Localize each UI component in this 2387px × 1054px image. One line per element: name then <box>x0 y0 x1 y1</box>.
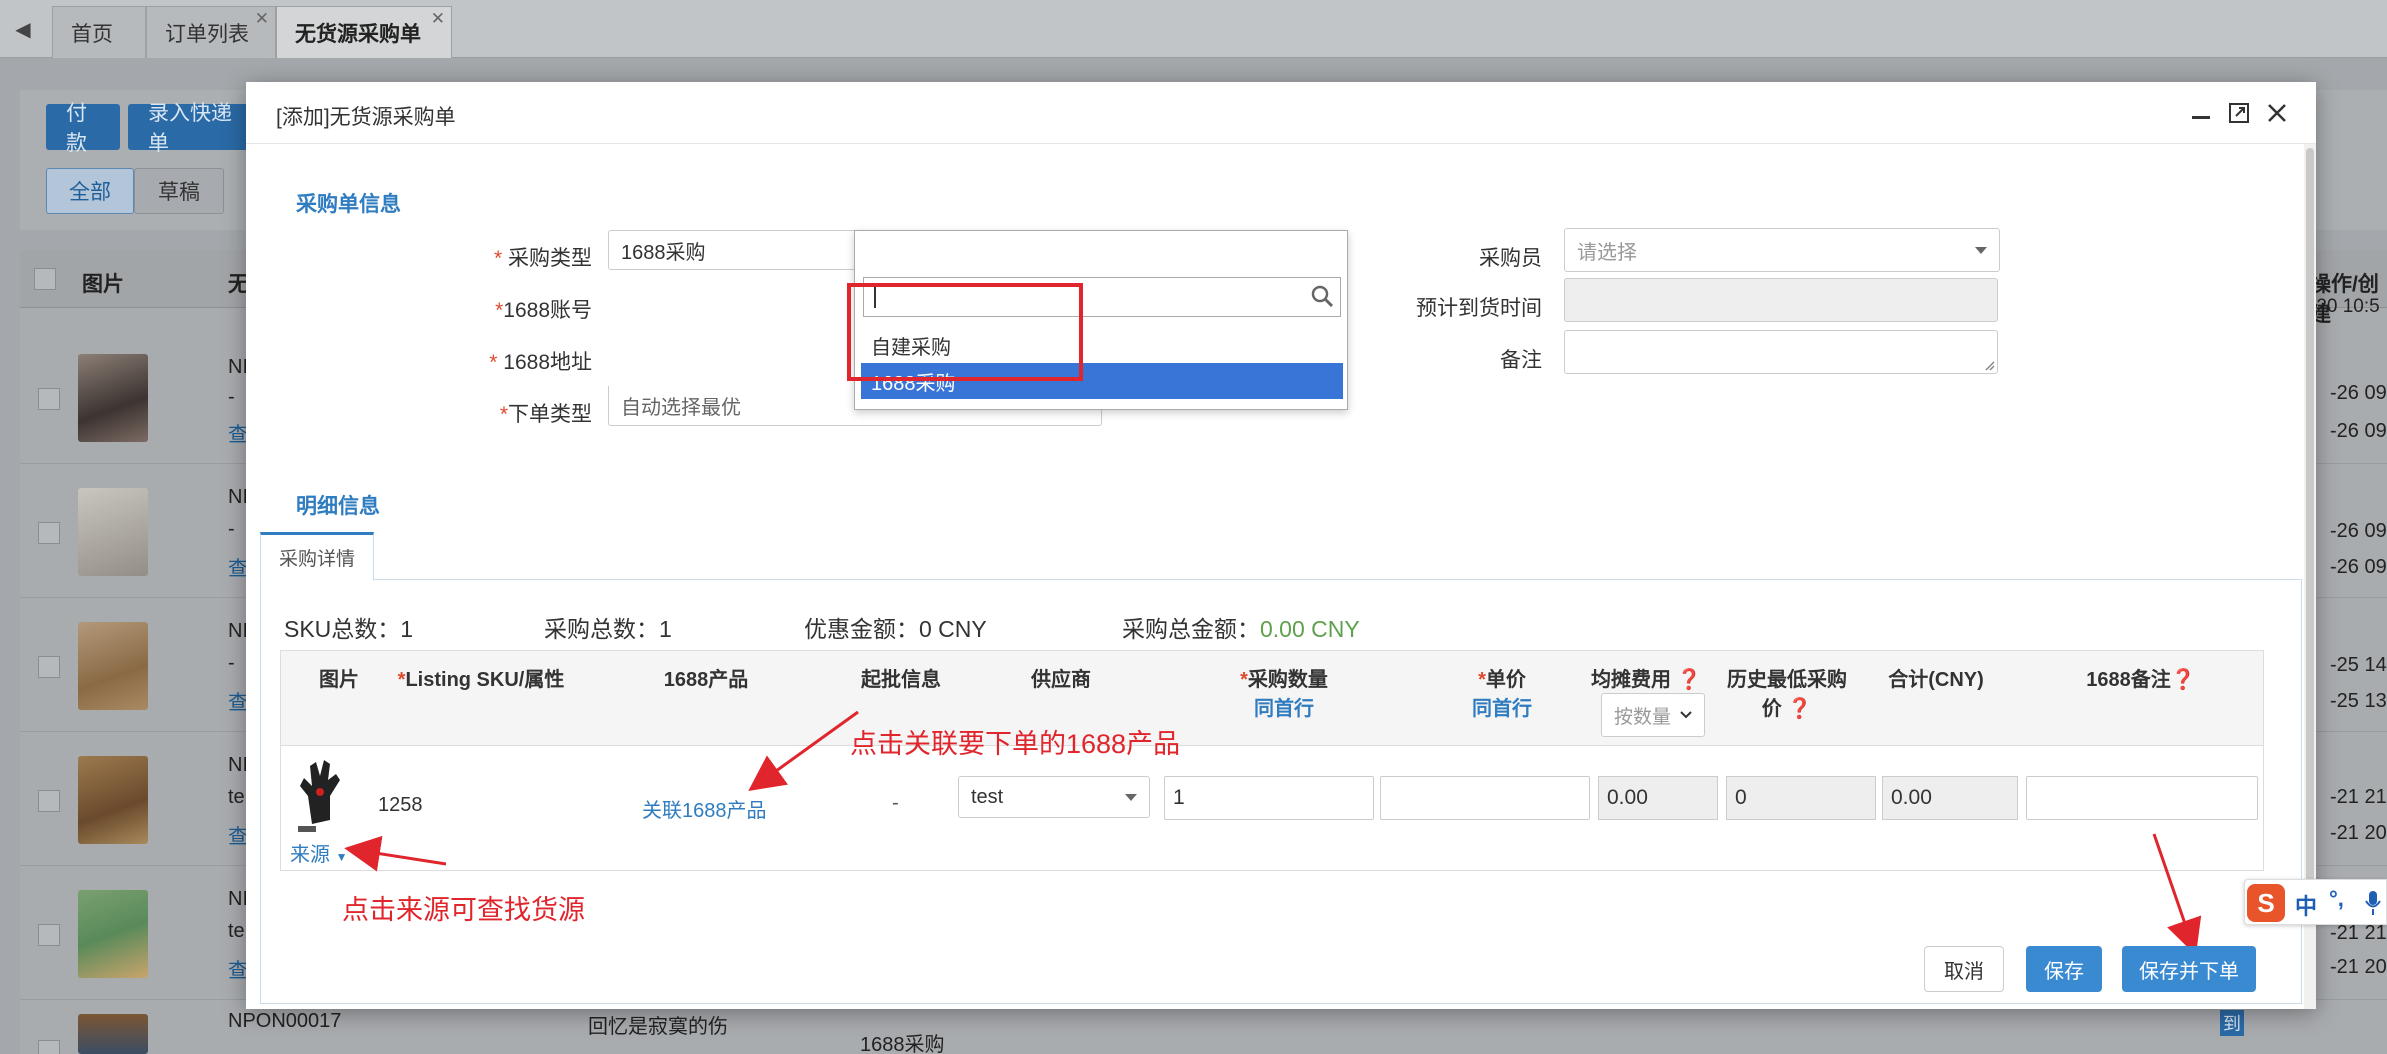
save-and-order-button[interactable]: 保存并下单 <box>2122 946 2256 992</box>
row-code: NPON00017 <box>228 1010 342 1032</box>
row-code2: - <box>228 518 235 540</box>
ime-punct[interactable]: °, <box>2329 886 2344 912</box>
microphone-icon[interactable] <box>2365 890 2381 922</box>
row-code2: - <box>228 386 235 408</box>
annotation-source: 点击来源可查找货源 <box>342 895 585 925</box>
tab-label: 首页 <box>71 22 113 46</box>
close-icon[interactable]: ✕ <box>255 9 269 29</box>
pay-button[interactable]: 付款 <box>46 102 120 155</box>
row-code2: - <box>228 652 235 674</box>
product-thumbnail <box>78 488 148 576</box>
row-checkbox[interactable] <box>38 656 60 678</box>
tab-order-list[interactable]: 订单列表 ✕ <box>146 6 276 58</box>
row-time: -21 21:4 <box>2330 786 2387 808</box>
row-view-link[interactable]: 查 <box>228 552 248 581</box>
row-time: -21 21:4 <box>2330 922 2387 944</box>
add-purchase-dialog: [添加]无货源采购单 采购单信息 * 采购类型 1688采购 *1688账号 ✚… <box>246 82 2316 1009</box>
row-checkbox[interactable] <box>38 924 60 946</box>
row-view-link[interactable]: 查 <box>228 686 248 715</box>
row-code: NI <box>228 754 248 776</box>
row-type: 1688采购 <box>860 1034 945 1054</box>
arrow-to-source <box>344 835 447 872</box>
row-time: -25 13:5 <box>2330 690 2387 712</box>
ime-lang[interactable]: 中 <box>2295 889 2317 921</box>
row-view-link[interactable]: 查 <box>228 954 248 983</box>
product-thumbnail <box>78 890 148 978</box>
row-checkbox[interactable] <box>38 388 60 410</box>
row-time: -21 20:5 <box>2330 822 2387 844</box>
row-code: NI <box>228 888 248 910</box>
row-time: -26 09:3 <box>2330 420 2387 442</box>
row-code2: te <box>228 786 245 808</box>
row-time: -26 09:3 <box>2330 382 2387 404</box>
product-thumbnail <box>78 756 148 844</box>
save-button[interactable]: 保存 <box>2026 946 2102 992</box>
row-checkbox[interactable] <box>38 522 60 544</box>
tab-label: 订单列表 <box>165 22 249 46</box>
tab-scroll-left-icon[interactable]: ◀ <box>0 0 46 58</box>
enter-express-button[interactable]: 录入快递单 <box>128 102 258 155</box>
close-icon[interactable]: ✕ <box>431 9 445 29</box>
filter-all[interactable]: 全部 <box>46 168 134 214</box>
row-code2: te <box>228 920 245 942</box>
row-view-link[interactable]: 查 <box>228 820 248 849</box>
row-time: -26 09:2 <box>2330 556 2387 578</box>
row-code: NI <box>228 356 248 378</box>
annotation-arrows <box>344 710 2202 956</box>
product-thumbnail <box>78 622 148 710</box>
row-name: 回忆是寂寞的伤 <box>588 1016 728 1038</box>
row-checkbox[interactable] <box>38 1040 60 1054</box>
annotation-product: 点击关联要下单的1688产品 <box>850 729 1181 759</box>
row-code: NI <box>228 620 248 642</box>
status-badge: 到 <box>2220 1010 2244 1036</box>
header-image: 图片 <box>82 273 124 296</box>
row-time: -25 14:1 <box>2330 654 2387 676</box>
filter-draft[interactable]: 草稿 <box>134 168 224 214</box>
row-time: -20 10:5 <box>2310 296 2380 317</box>
ime-logo-icon: S <box>2247 884 2285 922</box>
tab-label: 无货源采购单 <box>295 22 421 46</box>
product-thumbnail <box>78 354 148 442</box>
select-all-checkbox[interactable] <box>34 268 56 290</box>
row-checkbox[interactable] <box>38 790 60 812</box>
row-view-link[interactable]: 查 <box>228 418 248 447</box>
cancel-button[interactable]: 取消 <box>1924 946 2004 992</box>
row-time: -26 09:2 <box>2330 520 2387 542</box>
row-code: NI <box>228 486 248 508</box>
arrow-to-save-order <box>2152 833 2202 956</box>
ime-toolbar[interactable]: S 中 °, <box>2244 879 2387 925</box>
row-time: -21 20:5 <box>2330 956 2387 978</box>
arrow-to-product <box>748 710 859 792</box>
product-thumbnail <box>78 1014 148 1054</box>
tab-home[interactable]: 首页 <box>52 6 146 58</box>
tab-purchase[interactable]: 无货源采购单 ✕ <box>276 6 452 58</box>
